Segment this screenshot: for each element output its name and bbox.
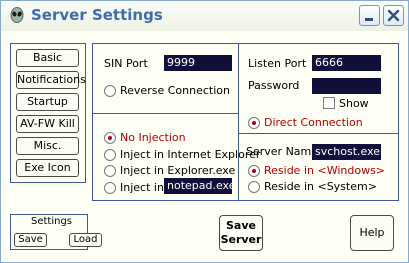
right-divider <box>239 133 398 134</box>
sin-port-input[interactable]: 9999 <box>164 55 232 71</box>
reside-system-radio[interactable] <box>248 181 260 193</box>
sidebar-item-av-fw-kill[interactable]: AV-FW Kill <box>16 115 79 133</box>
direct-connection-label[interactable]: Direct Connection <box>264 116 363 129</box>
inject-explorer-label[interactable]: Inject in Explorer.exe <box>120 164 235 177</box>
sidebar-item-misc[interactable]: Misc. <box>16 137 79 155</box>
title-bar[interactable]: Server Settings <box>1 1 408 31</box>
server-name-input[interactable]: svchost.exe <box>312 144 381 160</box>
sidebar-item-notifications[interactable]: Notifications <box>16 71 86 89</box>
password-input[interactable] <box>312 78 381 94</box>
window-title: Server Settings <box>31 6 163 24</box>
close-icon <box>387 9 400 22</box>
show-password-checkbox[interactable] <box>323 97 335 109</box>
sidebar-item-basic[interactable]: Basic <box>16 49 79 67</box>
minimize-button[interactable] <box>359 5 380 26</box>
listen-port-label: Listen Port <box>248 57 307 70</box>
alien-icon <box>10 7 24 23</box>
settings-box-title: Settings <box>31 216 73 227</box>
save-server-button[interactable]: Save Server <box>219 215 263 251</box>
reverse-connection-label[interactable]: Reverse Connection <box>120 84 230 97</box>
server-name-label: Server Name <box>246 145 319 158</box>
inject-explorer-radio[interactable] <box>104 165 116 177</box>
reside-windows-label[interactable]: Reside in <Windows> <box>264 164 385 177</box>
close-button[interactable] <box>383 5 404 26</box>
save-server-label-line1: Save <box>226 219 256 232</box>
settings-save-button[interactable]: Save <box>14 233 47 247</box>
help-button[interactable]: Help <box>350 215 394 251</box>
no-injection-radio[interactable] <box>104 132 116 144</box>
inject-ie-radio[interactable] <box>104 149 116 161</box>
sidebar-item-startup[interactable]: Startup <box>16 93 79 111</box>
direct-connection-radio[interactable] <box>248 117 260 129</box>
reside-windows-radio[interactable] <box>248 165 260 177</box>
inject-process-input[interactable]: notepad.exe <box>164 178 232 194</box>
server-settings-window: Server Settings Basic Notifications Star… <box>0 0 409 263</box>
settings-load-button[interactable]: Load <box>69 233 102 247</box>
save-server-label-line2: Server <box>220 233 262 246</box>
reverse-connection-radio[interactable] <box>104 85 116 97</box>
reside-system-label[interactable]: Reside in <System> <box>264 180 377 193</box>
listen-port-input[interactable]: 6666 <box>312 55 381 71</box>
inject-custom-radio[interactable] <box>104 182 116 194</box>
show-password-label[interactable]: Show <box>339 97 369 110</box>
inject-ie-label[interactable]: Inject in Internet Explorer <box>120 148 260 161</box>
left-divider <box>93 113 238 114</box>
sidebar-item-exe-icon[interactable]: Exe Icon <box>16 159 79 177</box>
sin-port-label: SIN Port <box>104 57 148 70</box>
vertical-divider <box>238 44 239 200</box>
inject-custom-label[interactable]: Inject in <box>120 181 164 194</box>
password-label: Password <box>248 79 300 92</box>
no-injection-label[interactable]: No Injection <box>120 131 186 144</box>
